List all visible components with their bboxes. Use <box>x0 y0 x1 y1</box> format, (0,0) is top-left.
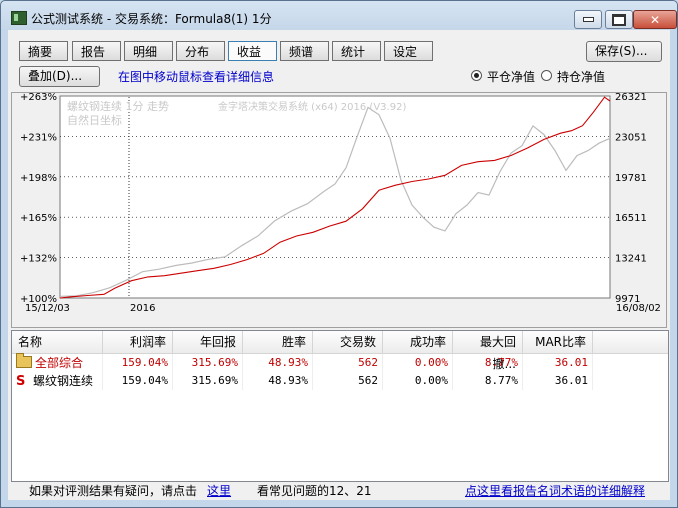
minimize-icon <box>582 17 594 22</box>
right-tick-label: 26321 <box>615 93 647 103</box>
success-rate-cell: 0.00% <box>383 372 453 390</box>
column-header-profit-rate[interactable]: 利润率 <box>103 331 173 353</box>
tab-spectrum[interactable]: 频谱 <box>280 41 329 61</box>
maximize-button[interactable] <box>605 10 633 29</box>
equity-chart-panel[interactable]: +263% +231% +198% +165% +132% +100% 26321 2305… <box>11 92 667 328</box>
row-name-cell[interactable]: 全部综合 <box>12 353 103 372</box>
left-tick-label: +231% <box>20 132 57 143</box>
footer-glossary-link[interactable]: 点这里看报告名词术语的详细解释 <box>465 482 645 499</box>
left-axis: +263%+231%+198%+165%+132%+100% <box>20 92 57 305</box>
left-tick-label: +132% <box>20 254 57 265</box>
footer-question-text: 如果对评测结果有疑问，请点击 <box>29 484 198 498</box>
app-icon <box>11 11 27 25</box>
max-drawdown-cell: 8.77% <box>453 372 523 390</box>
column-header-max-drawdown[interactable]: 最大回撤... <box>453 331 523 371</box>
table-row[interactable]: S 螺纹钢连续 159.04% 315.69% 48.93% 562 0.00% … <box>12 372 668 390</box>
success-rate-cell: 0.00% <box>383 354 453 372</box>
trades-cell: 562 <box>313 372 383 390</box>
footer-faq-text: 看常见问题的12、21 <box>257 484 372 498</box>
tab-returns[interactable]: 收益 <box>228 41 277 61</box>
plot-area[interactable] <box>59 95 611 299</box>
tab-statistics[interactable]: 统计 <box>332 41 381 61</box>
right-tick-label: 16511 <box>615 213 647 224</box>
column-header-win-rate[interactable]: 胜率 <box>243 331 313 353</box>
tab-distribution[interactable]: 分布 <box>176 41 225 61</box>
client-area: 摘要 报告 明细 分布 收益 频谱 统计 设定 保存(S)... 叠加(D)..… <box>8 30 670 500</box>
system-caption: 金字塔决策交易系统 (x64) 2016 (V3.92) <box>218 100 406 113</box>
trades-cell: 562 <box>313 354 383 372</box>
folder-icon <box>16 353 32 368</box>
title-bar[interactable]: 公式测试系统 - 交易系统：Formula8(1) 1分 ✕ <box>1 1 677 31</box>
results-table: 名称 利润率 年回报 胜率 交易数 成功率 最大回撤... MAR比率 全部综合… <box>11 330 669 482</box>
column-header-success-rate[interactable]: 成功率 <box>383 331 453 353</box>
mar-ratio-cell: 36.01 <box>523 372 593 390</box>
results-table-header: 名称 利润率 年回报 胜率 交易数 成功率 最大回撤... MAR比率 <box>12 331 668 371</box>
tab-summary[interactable]: 摘要 <box>19 41 68 61</box>
right-tick-label: 19781 <box>615 173 647 184</box>
x-start-label: 15/12/03 <box>25 303 70 314</box>
flat-equity-radio[interactable] <box>471 70 482 81</box>
right-tick-label: 23051 <box>615 132 647 143</box>
save-button[interactable]: 保存(S)... <box>586 41 662 62</box>
x-end-label: 16/08/02 <box>616 303 661 314</box>
app-window: 公式测试系统 - 交易系统：Formula8(1) 1分 ✕ 摘要 报告 明细 … <box>0 0 678 508</box>
tab-detail[interactable]: 明细 <box>124 41 173 61</box>
annual-return-cell: 315.69% <box>173 354 243 372</box>
win-rate-cell: 48.93% <box>243 372 313 390</box>
chart-hint-link[interactable]: 在图中移动鼠标查看详细信息 <box>118 68 274 85</box>
window-title: 公式测试系统 - 交易系统：Formula8(1) 1分 <box>31 12 272 26</box>
annual-return-cell: 315.69% <box>173 372 243 390</box>
row-name-cell[interactable]: S 螺纹钢连续 <box>12 372 103 390</box>
right-tick-label: 13241 <box>615 254 647 265</box>
close-button[interactable]: ✕ <box>633 10 677 29</box>
row-name-text: 全部综合 <box>35 356 84 370</box>
tab-settings[interactable]: 设定 <box>384 41 433 61</box>
left-tick-label: +263% <box>20 93 57 103</box>
table-row[interactable]: 全部综合 159.04% 315.69% 48.93% 562 0.00% 8.… <box>12 353 668 372</box>
tab-report[interactable]: 报告 <box>72 41 121 61</box>
x-mid-label: 2016 <box>130 303 155 314</box>
mar-ratio-cell: 36.01 <box>523 354 593 372</box>
strategy-s-icon: S <box>16 374 26 389</box>
overlay-button[interactable]: 叠加(D)... <box>19 66 100 87</box>
column-header-mar-ratio[interactable]: MAR比率 <box>523 331 593 353</box>
minimize-button[interactable] <box>574 10 602 29</box>
close-icon: ✕ <box>649 12 661 27</box>
maximize-icon <box>612 13 626 26</box>
equity-chart[interactable]: +263%+231%+198%+165%+132%+100% 263212305… <box>12 92 666 327</box>
left-tick-label: +198% <box>20 173 57 184</box>
max-drawdown-cell: 8.77% <box>453 354 523 372</box>
axis-note-caption: 自然日坐标 <box>67 113 122 127</box>
holding-equity-radio[interactable] <box>541 70 552 81</box>
footer-here-link[interactable]: 这里 <box>207 482 231 499</box>
right-axis: 26321230511978116511132419971 <box>615 92 647 305</box>
left-tick-label: +165% <box>20 213 57 224</box>
instrument-caption: 螺纹钢连续 1分 走势 <box>67 99 169 113</box>
row-name-text: 螺纹钢连续 <box>33 374 94 388</box>
column-header-name[interactable]: 名称 <box>12 331 103 353</box>
flat-equity-label[interactable]: 平仓净值 <box>487 68 535 85</box>
profit-rate-cell: 159.04% <box>103 372 173 390</box>
profit-rate-cell: 159.04% <box>103 354 173 372</box>
win-rate-cell: 48.93% <box>243 354 313 372</box>
column-header-annual-return[interactable]: 年回报 <box>173 331 243 353</box>
column-header-trades[interactable]: 交易数 <box>313 331 383 353</box>
holding-equity-label[interactable]: 持仓净值 <box>557 68 605 85</box>
